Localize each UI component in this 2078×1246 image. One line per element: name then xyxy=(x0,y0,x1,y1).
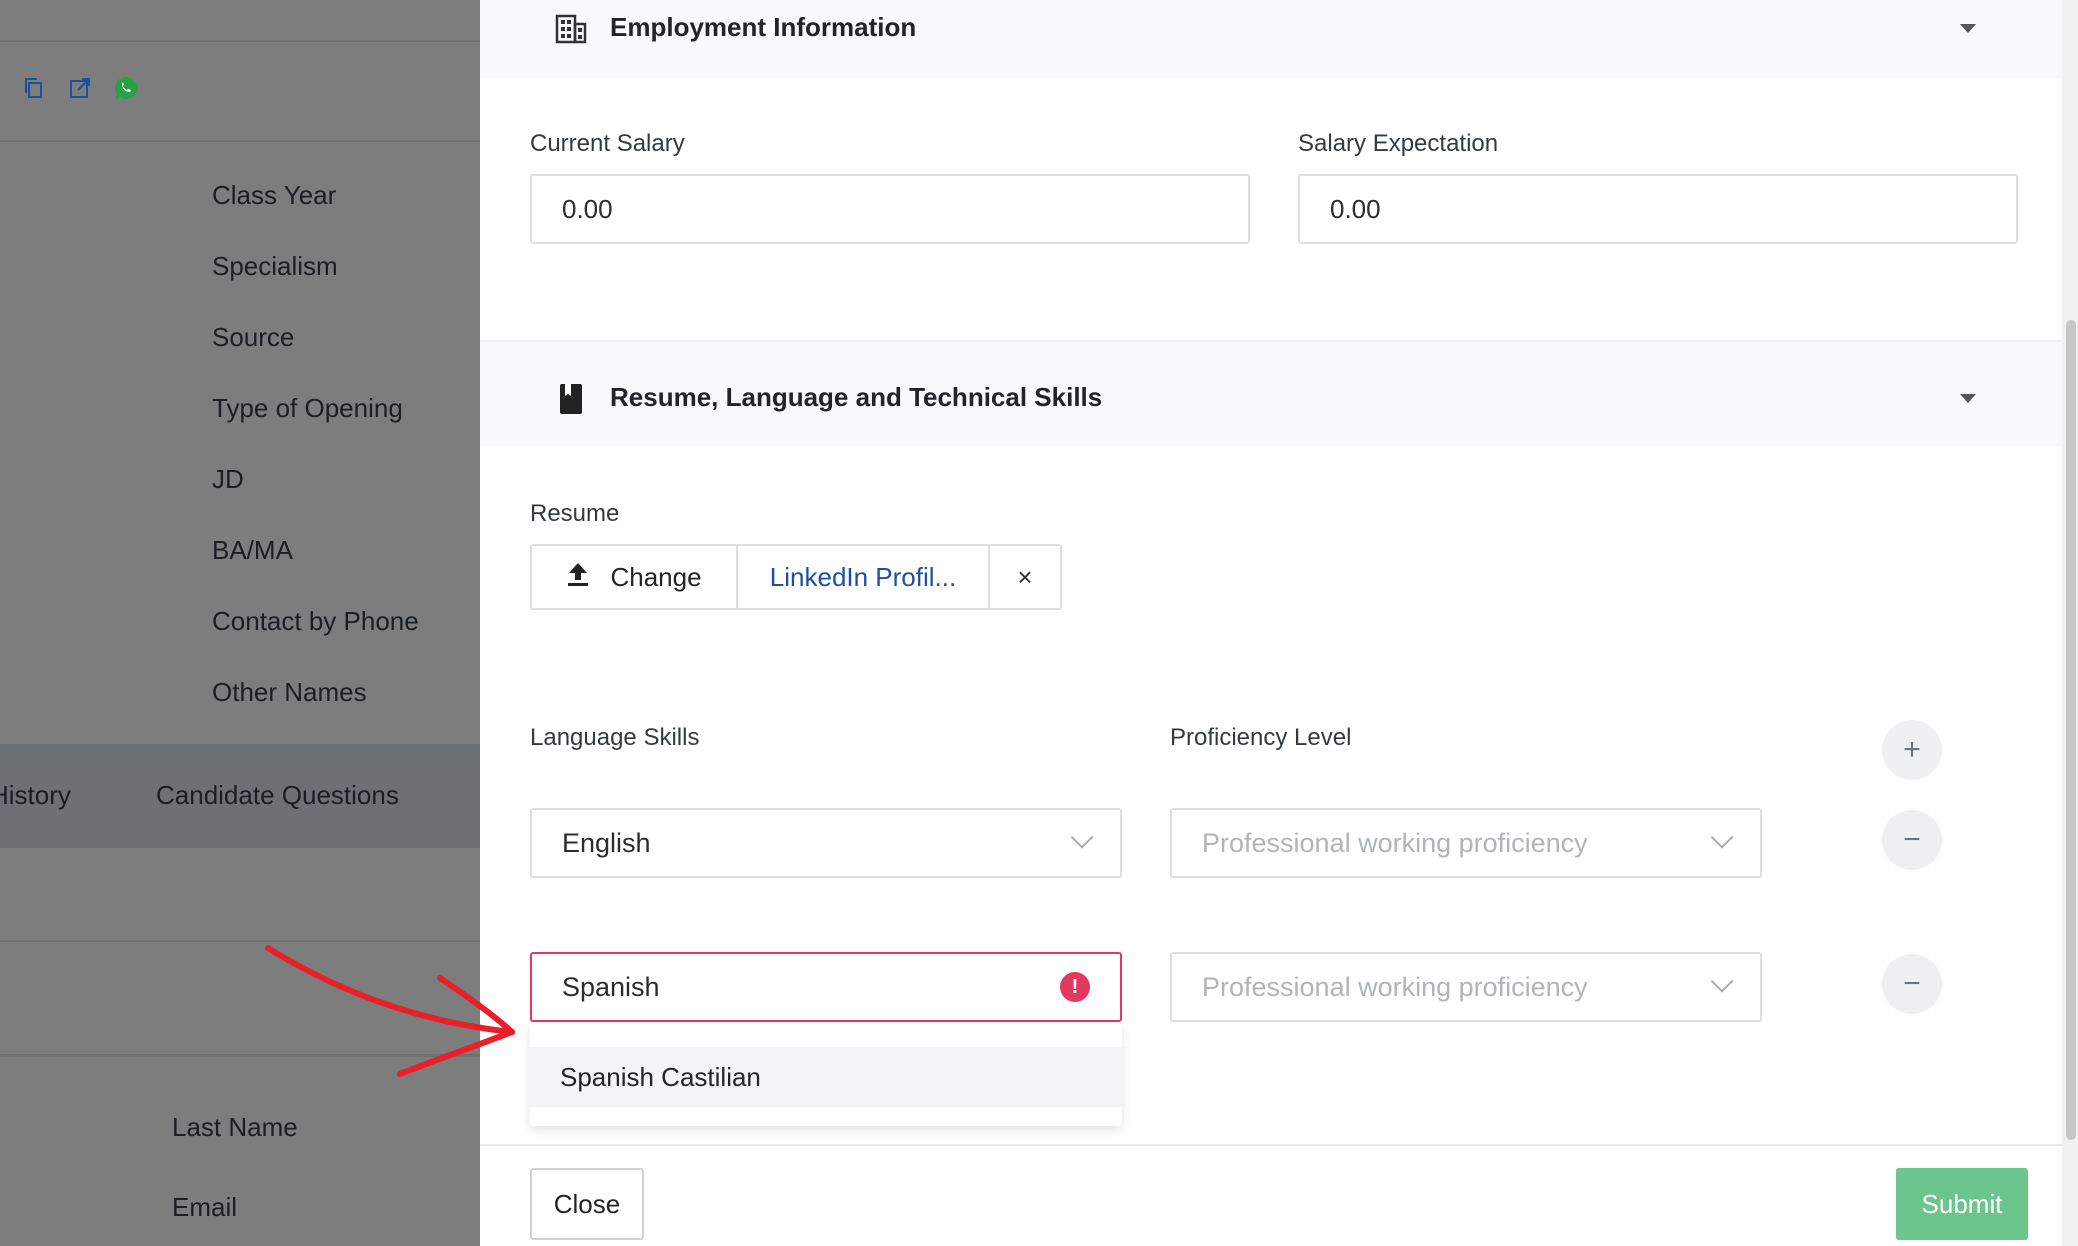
resume-label: Resume xyxy=(530,500,620,527)
copy-icon[interactable] xyxy=(20,74,48,102)
action-icons xyxy=(20,74,140,102)
resume-file-group: Change LinkedIn Profil... × xyxy=(530,544,1062,610)
scrollbar-thumb[interactable] xyxy=(2066,320,2076,1140)
field-label-class-year: Class Year xyxy=(212,180,337,210)
book-icon xyxy=(554,382,588,416)
salary-expectation-label: Salary Expectation xyxy=(1298,130,1499,157)
caret-down-icon[interactable] xyxy=(1960,24,1976,33)
field-label-type-of-opening: Type of Opening xyxy=(212,393,403,423)
language-select-value: English xyxy=(562,827,651,858)
caret-down-icon[interactable] xyxy=(1960,394,1976,403)
skills-section-header[interactable]: Resume, Language and Technical Skills xyxy=(480,340,2062,446)
field-label-specialism: Specialism xyxy=(212,251,338,281)
remove-language-button[interactable]: − xyxy=(1882,954,1942,1014)
field-label-jd: JD xyxy=(212,464,244,494)
resume-file-link[interactable]: LinkedIn Profil... xyxy=(738,544,988,610)
divider xyxy=(0,40,480,42)
proficiency-level-label: Proficiency Level xyxy=(1170,724,1352,751)
add-language-button[interactable]: + xyxy=(1882,720,1942,780)
proficiency-select-placeholder: Professional working proficiency xyxy=(1202,971,1588,1002)
employment-section-title: Employment Information xyxy=(610,12,917,42)
field-label-ba-ma: BA/MA xyxy=(212,535,293,565)
annotation-arrow xyxy=(265,945,515,1077)
current-salary-input[interactable]: 0.00 xyxy=(530,174,1250,244)
close-icon: × xyxy=(1017,561,1033,592)
skills-section-title: Resume, Language and Technical Skills xyxy=(610,382,1103,412)
chevron-down-icon xyxy=(1710,970,1734,993)
candidate-modal: Employment Information Current Salary 0.… xyxy=(480,0,2078,1246)
error-icon: ! xyxy=(1060,972,1090,1002)
divider xyxy=(0,140,480,142)
background-tabs: History Candidate Questions xyxy=(0,744,480,848)
language-select[interactable]: English xyxy=(530,808,1122,878)
field-label-email: Email xyxy=(172,1192,238,1222)
language-skills-label: Language Skills xyxy=(530,724,700,751)
proficiency-select[interactable]: Professional working proficiency xyxy=(1170,952,1762,1022)
current-salary-label: Current Salary xyxy=(530,130,685,157)
minus-icon: − xyxy=(1903,967,1921,1000)
employment-section-header[interactable]: Employment Information xyxy=(480,0,2062,78)
proficiency-select[interactable]: Professional working proficiency xyxy=(1170,808,1762,878)
tab-candidate-questions[interactable]: Candidate Questions xyxy=(156,780,399,811)
language-input-value: Spanish xyxy=(562,971,660,1002)
chevron-down-icon xyxy=(1710,826,1734,849)
submit-button[interactable]: Submit xyxy=(1896,1168,2028,1240)
plus-icon: + xyxy=(1903,733,1921,766)
tab-history[interactable]: History xyxy=(0,780,71,811)
external-link-icon[interactable] xyxy=(66,74,94,102)
modal-footer: Close Submit xyxy=(480,1144,2062,1246)
clear-resume-button[interactable]: × xyxy=(988,544,1062,610)
field-label-source: Source xyxy=(212,322,295,352)
field-label-contact-by-phone: Contact by Phone xyxy=(212,606,419,636)
language-combobox-input[interactable]: Spanish ! xyxy=(530,952,1122,1022)
close-button[interactable]: Close xyxy=(530,1168,644,1240)
remove-language-button[interactable]: − xyxy=(1882,810,1942,870)
change-resume-button[interactable]: Change xyxy=(530,544,738,610)
field-label-other-names: Other Names xyxy=(212,677,367,707)
field-label-last-name: Last Name xyxy=(172,1112,298,1142)
building-icon xyxy=(554,10,588,44)
whatsapp-icon[interactable] xyxy=(112,74,140,102)
chevron-down-icon xyxy=(1070,826,1094,849)
proficiency-select-placeholder: Professional working proficiency xyxy=(1202,827,1588,858)
minus-icon: − xyxy=(1903,823,1921,856)
upload-icon xyxy=(566,561,590,594)
salary-expectation-input[interactable]: 0.00 xyxy=(1298,174,2018,244)
dropdown-option[interactable]: Spanish Castilian xyxy=(530,1047,1122,1107)
change-button-label: Change xyxy=(610,561,702,592)
language-autocomplete-dropdown: Spanish Castilian xyxy=(530,1022,1122,1126)
